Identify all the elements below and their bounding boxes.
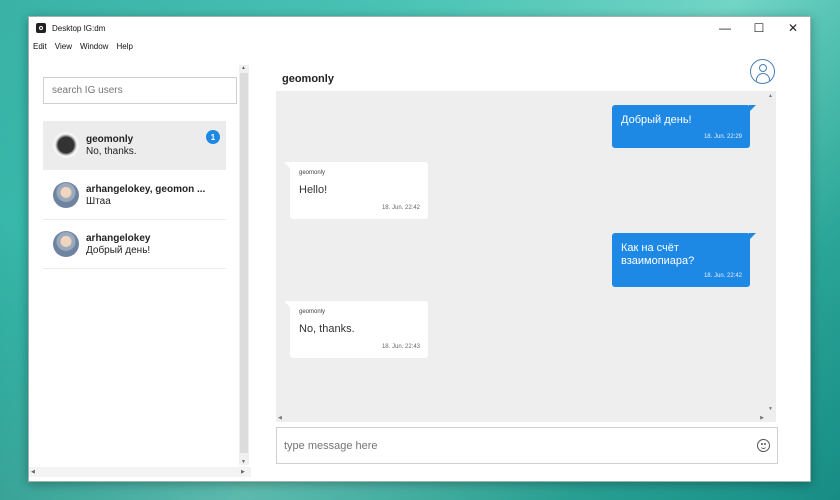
- search-input[interactable]: [43, 77, 237, 104]
- conversation-last-message: Штаа: [86, 195, 111, 207]
- close-button[interactable]: ✕: [776, 17, 810, 39]
- scroll-right-icon[interactable]: ▶: [760, 415, 764, 421]
- conversation-item-group[interactable]: arhangelokey, geomon ... Штаа: [43, 171, 226, 220]
- window-controls: — ☐ ✕: [708, 17, 810, 39]
- avatar: [53, 231, 79, 257]
- thread-vertical-scrollbar[interactable]: ▲ ▼: [766, 91, 776, 422]
- sidebar-horizontal-scrollbar[interactable]: ◀ ▶: [29, 467, 251, 477]
- message-sender: geomonly: [299, 309, 326, 315]
- app-window: Desktop IG:dm — ☐ ✕ Edit View Window Hel…: [28, 16, 811, 482]
- scroll-down-icon[interactable]: ▼: [768, 406, 773, 412]
- conversation-last-message: Добрый день!: [86, 244, 151, 256]
- message-bubble-outgoing: Добрый день! 18. Jun. 22:29: [612, 105, 756, 148]
- profile-icon[interactable]: [750, 59, 775, 84]
- conversation-name: geomonly: [86, 133, 134, 145]
- message-input[interactable]: [277, 428, 737, 463]
- conversation-sidebar: geomonly No, thanks. 1 arhangelokey, geo…: [29, 53, 251, 481]
- scroll-down-icon[interactable]: ▼: [241, 459, 246, 465]
- app-logo-icon: [36, 23, 46, 33]
- message-time: 18. Jun. 22:42: [381, 205, 420, 211]
- menu-window[interactable]: Window: [80, 42, 108, 51]
- chat-title: geomonly: [282, 73, 334, 85]
- unread-badge: 1: [206, 130, 220, 144]
- message-thread: Добрый день! 18. Jun. 22:29 geomonly Hel…: [276, 91, 776, 422]
- app-content: geomonly No, thanks. 1 arhangelokey, geo…: [29, 53, 810, 481]
- message-time: 18. Jun. 22:42: [703, 273, 742, 279]
- scroll-up-icon[interactable]: ▲: [768, 93, 773, 99]
- scroll-left-icon[interactable]: ◀: [31, 469, 35, 475]
- avatar: [53, 132, 79, 158]
- message-bubble-outgoing: Как на счёт взаимопиара? 18. Jun. 22:42: [612, 233, 756, 287]
- menu-bar: Edit View Window Help: [29, 39, 810, 53]
- conversation-name: arhangelokey, geomon ...: [86, 183, 206, 195]
- menu-help[interactable]: Help: [116, 42, 132, 51]
- menu-view[interactable]: View: [55, 42, 72, 51]
- message-time: 18. Jun. 22:29: [703, 134, 742, 140]
- title-bar: Desktop IG:dm — ☐ ✕: [29, 17, 810, 39]
- minimize-button[interactable]: —: [708, 17, 742, 39]
- conversation-name: arhangelokey: [86, 232, 151, 244]
- scroll-left-icon[interactable]: ◀: [278, 415, 282, 421]
- message-text: Hello!: [299, 184, 328, 196]
- message-bubble-incoming: geomonly Hello! 18. Jun. 22:42: [284, 162, 428, 219]
- window-title: Desktop IG:dm: [52, 23, 106, 33]
- conversation-item-geomonly[interactable]: geomonly No, thanks. 1: [43, 121, 226, 170]
- message-text: Как на счёт взаимопиара?: [621, 242, 695, 267]
- conversation-item-arhangelokey[interactable]: arhangelokey Добрый день!: [43, 220, 226, 269]
- avatar: [53, 182, 79, 208]
- thread-horizontal-scrollbar[interactable]: ◀ ▶: [276, 414, 766, 422]
- message-sender: geomonly: [299, 170, 326, 176]
- maximize-button[interactable]: ☐: [742, 17, 776, 39]
- sidebar-vertical-scrollbar[interactable]: ▲ ▼: [239, 65, 249, 465]
- menu-edit[interactable]: Edit: [33, 42, 47, 51]
- emoji-icon[interactable]: [757, 439, 770, 452]
- scroll-right-icon[interactable]: ▶: [241, 469, 245, 475]
- conversation-last-message: No, thanks.: [86, 145, 137, 157]
- scrollbar-thumb[interactable]: [240, 73, 248, 453]
- message-text: Добрый день!: [621, 114, 692, 126]
- message-bubble-incoming: geomonly No, thanks. 18. Jun. 22:43: [284, 301, 428, 358]
- message-composer: [276, 427, 778, 464]
- scroll-up-icon[interactable]: ▲: [241, 65, 246, 71]
- message-time: 18. Jun. 22:43: [381, 344, 420, 350]
- message-text: No, thanks.: [299, 323, 355, 335]
